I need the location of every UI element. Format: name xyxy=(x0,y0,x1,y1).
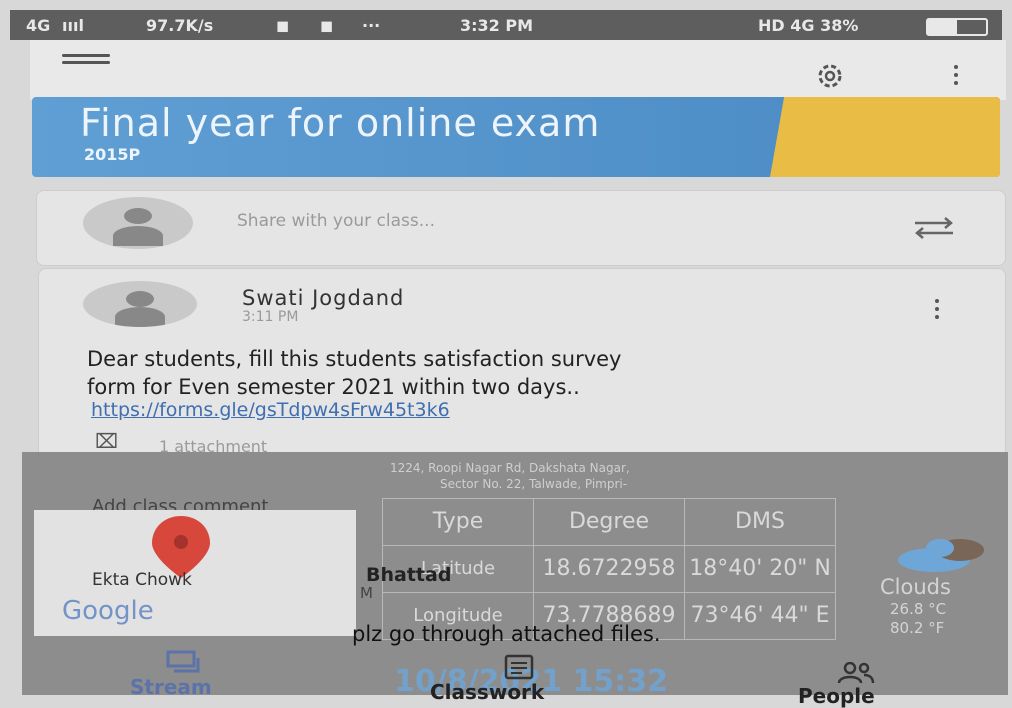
table-header: Type xyxy=(382,498,534,546)
more-notifications: ··· xyxy=(362,16,381,35)
nav-stream[interactable]: Stream xyxy=(130,675,212,699)
battery-icon xyxy=(926,18,988,36)
menu-icon[interactable] xyxy=(62,54,110,72)
comment-message: plz go through attached files. xyxy=(352,622,661,646)
table-header: DMS xyxy=(684,498,836,546)
table-cell: 18°40' 20" N xyxy=(684,545,836,593)
network-speed: 97.7K/s xyxy=(146,16,214,35)
class-banner[interactable]: Final year for online exam 2015P xyxy=(32,97,1000,177)
post-time: 3:11 PM xyxy=(242,309,299,325)
table-cell: 18.6722958 xyxy=(533,545,685,593)
class-section: 2015P xyxy=(84,145,141,164)
nav-people[interactable]: People xyxy=(798,684,875,708)
post-menu-icon[interactable] xyxy=(931,299,943,323)
stream-icon[interactable] xyxy=(166,650,200,674)
nav-classwork[interactable]: Classwork xyxy=(430,680,544,704)
network-indicator: 4G xyxy=(26,16,51,35)
attachment-icon: ⌧ xyxy=(95,429,119,453)
gear-icon[interactable] xyxy=(812,60,848,92)
post-card: Swati Jogdand 3:11 PM Dear students, fil… xyxy=(38,268,1006,470)
weather-condition: Clouds xyxy=(880,575,951,599)
share-card[interactable]: Share with your class... xyxy=(36,190,1006,266)
clock: 3:32 PM xyxy=(460,16,534,35)
classwork-icon[interactable] xyxy=(504,654,534,680)
commenter-name-fragment-2: M xyxy=(360,584,373,602)
clouds-icon xyxy=(898,539,984,572)
repost-icon[interactable] xyxy=(909,215,959,241)
overflow-menu-icon[interactable] xyxy=(950,65,962,93)
app-notification-icon: ◼ xyxy=(276,16,290,35)
table-cell: 73°46' 44" E xyxy=(684,592,836,640)
avatar xyxy=(83,197,193,249)
map-place-label: Ekta Chowk xyxy=(92,570,192,590)
post-author: Swati Jogdand xyxy=(242,286,405,310)
signal-icon: ıııl xyxy=(62,16,84,35)
commenter-name-fragment: Bhattad xyxy=(366,564,452,586)
status-right: HD 4G 38% xyxy=(758,16,859,35)
people-icon[interactable] xyxy=(836,662,876,684)
post-link[interactable]: https://forms.gle/gsTdpw4sFrw45t3k6 xyxy=(91,399,450,421)
post-body-line1: Dear students, fill this students satisf… xyxy=(87,347,622,371)
status-bar: 4G ıııl 97.7K/s ◼ ◼ ··· 3:32 PM HD 4G 38… xyxy=(10,10,1002,40)
address-line-1: 1224, Roopi Nagar Rd, Dakshata Nagar, xyxy=(390,461,630,475)
author-avatar xyxy=(83,281,197,327)
location-map: Ekta Chowk Google xyxy=(34,510,356,636)
app-bar xyxy=(30,40,1006,100)
address-line-2: Sector No. 22, Talwade, Pimpri- xyxy=(440,477,628,491)
share-placeholder[interactable]: Share with your class... xyxy=(237,211,435,231)
weather-temp-f: 80.2 °F xyxy=(890,619,945,637)
weather-temp-c: 26.8 °C xyxy=(890,600,947,618)
google-logo: Google xyxy=(62,596,154,626)
table-header: Degree xyxy=(533,498,685,546)
class-title: Final year for online exam xyxy=(80,101,601,145)
post-body-line2: form for Even semester 2021 within two d… xyxy=(87,375,580,399)
app-notification-icon-2: ◼ xyxy=(320,16,334,35)
banner-decoration xyxy=(770,97,1000,177)
